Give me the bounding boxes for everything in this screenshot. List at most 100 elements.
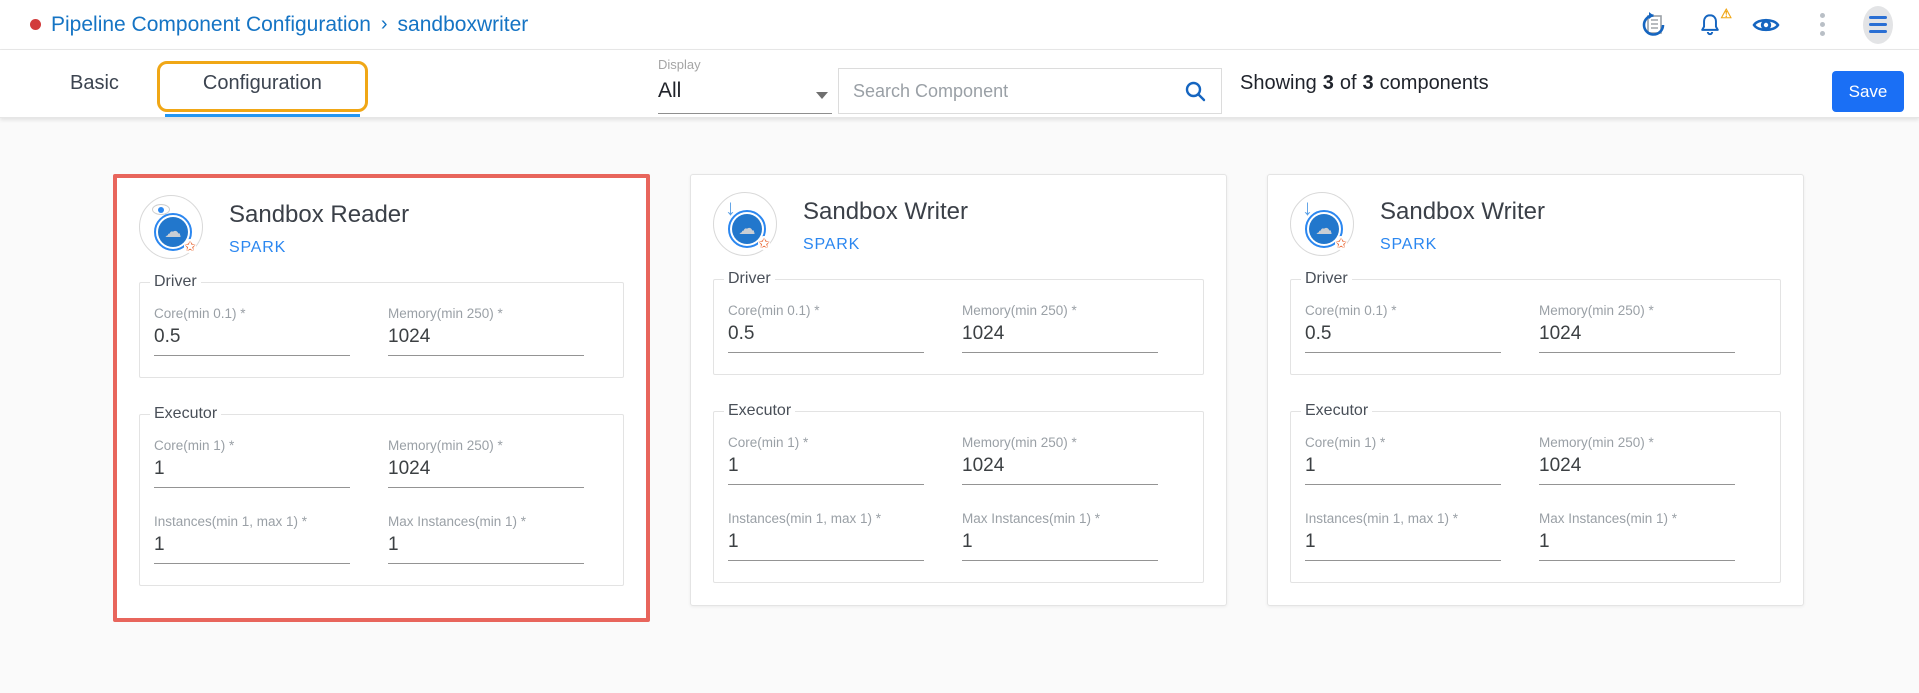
- tab-bar: Basic Configuration: [28, 50, 364, 117]
- save-button[interactable]: Save: [1832, 71, 1904, 112]
- driver-core-input[interactable]: 0.5: [154, 326, 350, 356]
- field-label: Max Instances(min 1) *: [388, 514, 584, 529]
- tab-configuration-label: Configuration: [203, 72, 322, 95]
- executor-instances-field: Instances(min 1, max 1) * 1: [1305, 511, 1501, 561]
- executor-core-input[interactable]: 1: [728, 455, 924, 485]
- driver-section: Driver Core(min 0.1) * 0.5 Memory(min 25…: [139, 273, 624, 378]
- search-icon[interactable]: [1169, 69, 1221, 113]
- executor-instances-input[interactable]: 1: [728, 531, 924, 561]
- driver-legend: Driver: [1301, 270, 1352, 288]
- chevron-down-icon: [816, 92, 828, 99]
- star-icon: ✩: [758, 236, 770, 250]
- component-card-highlighted[interactable]: ☁ ✩ Sandbox Reader SPARK Driver Core(min…: [113, 174, 650, 622]
- driver-section: Driver Core(min 0.1) * 0.5 Memory(min 25…: [713, 270, 1204, 375]
- results-count: 3: [1323, 72, 1334, 95]
- field-label: Max Instances(min 1) *: [962, 511, 1158, 526]
- field-label: Memory(min 250) *: [962, 435, 1158, 450]
- executor-max-instances-field: Max Instances(min 1) * 1: [388, 514, 584, 564]
- executor-memory-input[interactable]: 1024: [388, 458, 584, 488]
- executor-instances-input[interactable]: 1: [154, 534, 350, 564]
- tab-basic[interactable]: Basic: [28, 50, 161, 117]
- component-engine-badge: SPARK: [229, 239, 409, 257]
- record-dot-icon: [30, 19, 41, 30]
- notifications-icon[interactable]: ⚠: [1695, 10, 1725, 40]
- results-summary: Showing 3 of 3 components: [1240, 50, 1489, 117]
- driver-memory-field: Memory(min 250) * 1024: [1539, 303, 1735, 353]
- history-icon[interactable]: [1639, 10, 1669, 40]
- executor-core-input[interactable]: 1: [1305, 455, 1501, 485]
- component-engine-badge: SPARK: [803, 236, 968, 254]
- star-icon: ✩: [1335, 236, 1347, 250]
- executor-memory-field: Memory(min 250) * 1024: [1539, 435, 1735, 485]
- executor-core-field: Core(min 1) * 1: [1305, 435, 1501, 485]
- display-filter-label: Display: [658, 54, 832, 72]
- list-menu-icon[interactable]: [1863, 10, 1893, 40]
- component-card[interactable]: ↓ ☁ ✩ Sandbox Writer SPARK Driver Core(m…: [690, 174, 1227, 606]
- search-input[interactable]: [839, 81, 1169, 102]
- results-total: 3: [1363, 72, 1374, 95]
- display-filter-select[interactable]: Display All: [658, 54, 832, 114]
- component-title: Sandbox Reader: [229, 201, 409, 229]
- component-card[interactable]: ↓ ☁ ✩ Sandbox Writer SPARK Driver Core(m…: [1267, 174, 1804, 606]
- executor-max-instances-input[interactable]: 1: [388, 534, 584, 564]
- field-label: Core(min 1) *: [154, 438, 350, 453]
- field-label: Core(min 0.1) *: [154, 306, 350, 321]
- driver-core-input[interactable]: 0.5: [1305, 323, 1501, 353]
- executor-core-field: Core(min 1) * 1: [728, 435, 924, 485]
- driver-core-input[interactable]: 0.5: [728, 323, 924, 353]
- field-label: Instances(min 1, max 1) *: [1305, 511, 1501, 526]
- warning-badge-icon: ⚠: [1720, 7, 1732, 20]
- preview-icon[interactable]: [1751, 10, 1781, 40]
- driver-memory-input[interactable]: 1024: [1539, 323, 1735, 353]
- field-label: Core(min 0.1) *: [1305, 303, 1501, 318]
- executor-max-instances-input[interactable]: 1: [1539, 531, 1735, 561]
- component-avatar-icon: ↓ ☁ ✩: [1290, 192, 1354, 256]
- breadcrumb-separator-icon: ›: [381, 13, 388, 36]
- field-label: Memory(min 250) *: [388, 438, 584, 453]
- executor-memory-input[interactable]: 1024: [962, 455, 1158, 485]
- field-label: Memory(min 250) *: [388, 306, 584, 321]
- executor-instances-field: Instances(min 1, max 1) * 1: [728, 511, 924, 561]
- kebab-menu-icon[interactable]: [1807, 10, 1837, 40]
- field-label: Core(min 1) *: [728, 435, 924, 450]
- breadcrumb-section[interactable]: Pipeline Component Configuration: [51, 13, 371, 37]
- driver-memory-field: Memory(min 250) * 1024: [388, 306, 584, 356]
- toolbar: Basic Configuration Display All Showing …: [0, 50, 1919, 118]
- field-label: Max Instances(min 1) *: [1539, 511, 1735, 526]
- executor-memory-field: Memory(min 250) * 1024: [962, 435, 1158, 485]
- driver-legend: Driver: [150, 273, 201, 291]
- driver-core-field: Core(min 0.1) * 0.5: [1305, 303, 1501, 353]
- driver-memory-input[interactable]: 1024: [388, 326, 584, 356]
- breadcrumb: Pipeline Component Configuration › sandb…: [30, 13, 528, 37]
- tab-configuration[interactable]: Configuration: [161, 50, 364, 117]
- tab-basic-label: Basic: [70, 72, 119, 95]
- display-filter-value: All: [658, 79, 832, 103]
- field-label: Core(min 1) *: [1305, 435, 1501, 450]
- executor-memory-input[interactable]: 1024: [1539, 455, 1735, 485]
- executor-section: Executor Core(min 1) * 1 Memory(min 250)…: [713, 402, 1204, 583]
- driver-memory-field: Memory(min 250) * 1024: [962, 303, 1158, 353]
- driver-memory-input[interactable]: 1024: [962, 323, 1158, 353]
- field-label: Memory(min 250) *: [1539, 303, 1735, 318]
- field-label: Memory(min 250) *: [962, 303, 1158, 318]
- executor-instances-input[interactable]: 1: [1305, 531, 1501, 561]
- component-avatar-icon: ☁ ✩: [139, 195, 203, 259]
- executor-legend: Executor: [1301, 402, 1372, 420]
- component-search: [838, 68, 1222, 114]
- field-label: Instances(min 1, max 1) *: [154, 514, 350, 529]
- executor-max-instances-input[interactable]: 1: [962, 531, 1158, 561]
- star-icon: ✩: [184, 239, 196, 253]
- executor-core-field: Core(min 1) * 1: [154, 438, 350, 488]
- app-header: Pipeline Component Configuration › sandb…: [0, 0, 1919, 50]
- field-label: Memory(min 250) *: [1539, 435, 1735, 450]
- field-label: Instances(min 1, max 1) *: [728, 511, 924, 526]
- executor-legend: Executor: [150, 405, 221, 423]
- executor-legend: Executor: [724, 402, 795, 420]
- component-title: Sandbox Writer: [803, 198, 968, 226]
- driver-legend: Driver: [724, 270, 775, 288]
- executor-section: Executor Core(min 1) * 1 Memory(min 250)…: [139, 405, 624, 586]
- executor-max-instances-field: Max Instances(min 1) * 1: [962, 511, 1158, 561]
- driver-section: Driver Core(min 0.1) * 0.5 Memory(min 25…: [1290, 270, 1781, 375]
- driver-core-field: Core(min 0.1) * 0.5: [728, 303, 924, 353]
- executor-core-input[interactable]: 1: [154, 458, 350, 488]
